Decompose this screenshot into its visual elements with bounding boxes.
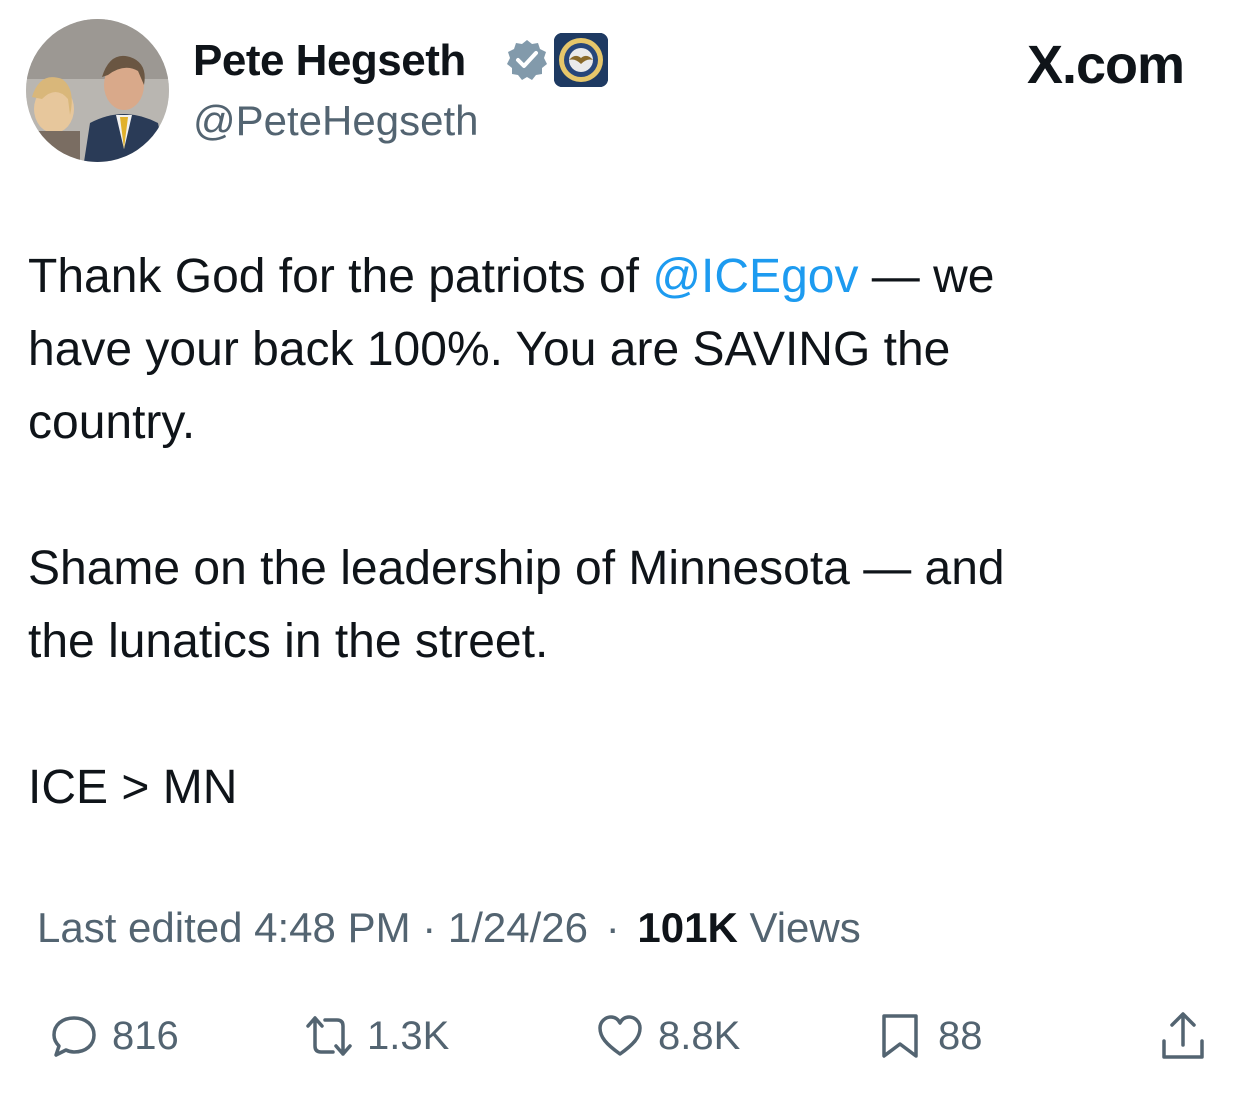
like-button[interactable]: 8.8K <box>596 1008 740 1064</box>
repost-icon <box>306 1016 352 1056</box>
reply-count: 816 <box>112 1013 179 1058</box>
profile-photo <box>26 19 169 162</box>
tweet-text-line: Thank God for the patriots of <box>28 250 653 303</box>
share-button[interactable] <box>1156 1008 1210 1064</box>
bookmark-icon <box>882 1014 918 1058</box>
avatar[interactable] <box>26 19 169 162</box>
tweet-paragraph: ICE > MN <box>28 751 1208 824</box>
edited-timestamp[interactable]: Last edited 4:48 PM · 1/24/26 <box>37 904 588 951</box>
tweet-text-line: have your back 100%. You are SAVING the <box>28 323 951 376</box>
tweet-text-line: — we <box>858 250 995 303</box>
meta-separator: · <box>605 904 620 951</box>
tweet-text-line: ICE > MN <box>28 761 238 814</box>
reply-button[interactable]: 816 <box>50 1008 179 1064</box>
views-label: Views <box>749 904 861 951</box>
tweet-paragraph: Shame on the leadership of Minnesota — a… <box>28 532 1208 678</box>
tweet-card: Pete Hegseth @PeteHegseth X.com Thank Go… <box>0 0 1242 1110</box>
repost-count: 1.3K <box>367 1013 450 1058</box>
author-display-name[interactable]: Pete Hegseth <box>193 36 466 86</box>
site-brand: X.com <box>1026 35 1185 95</box>
bookmark-button[interactable]: 88 <box>876 1008 983 1064</box>
share-icon <box>1162 1012 1204 1059</box>
mention-link[interactable]: @ICEgov <box>652 250 858 303</box>
tweet-paragraph: Thank God for the patriots of @ICEgov — … <box>28 240 1208 459</box>
tweet-text: Thank God for the patriots of @ICEgov — … <box>28 240 1208 824</box>
tweet-text-line: the lunatics in the street. <box>28 615 549 668</box>
like-count: 8.8K <box>658 1013 741 1058</box>
reply-icon <box>52 1016 96 1057</box>
bookmark-count: 88 <box>938 1013 983 1058</box>
department-seal-icon[interactable] <box>554 33 608 87</box>
views-count: 101K <box>637 904 738 951</box>
repost-button[interactable]: 1.3K <box>305 1008 449 1064</box>
tweet-meta: Last edited 4:48 PM · 1/24/26 · 101K Vie… <box>37 904 861 952</box>
heart-icon <box>598 1015 642 1056</box>
tweet-text-line: country. <box>28 396 196 449</box>
tweet-text-line: Shame on the leadership of Minnesota — a… <box>28 542 1005 595</box>
author-handle[interactable]: @PeteHegseth <box>193 97 478 145</box>
verified-checkmark-icon[interactable] <box>505 38 549 82</box>
